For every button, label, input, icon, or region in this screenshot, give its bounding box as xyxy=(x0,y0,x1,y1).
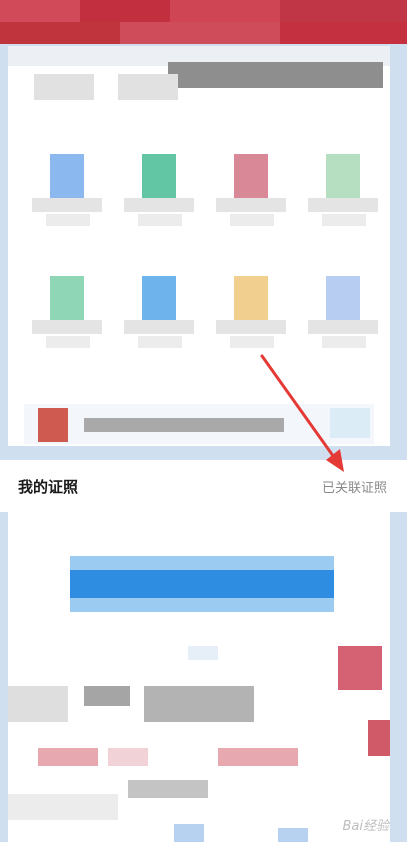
red-arrow-annotation xyxy=(260,354,344,472)
watermark: Bai经验 xyxy=(342,819,390,834)
